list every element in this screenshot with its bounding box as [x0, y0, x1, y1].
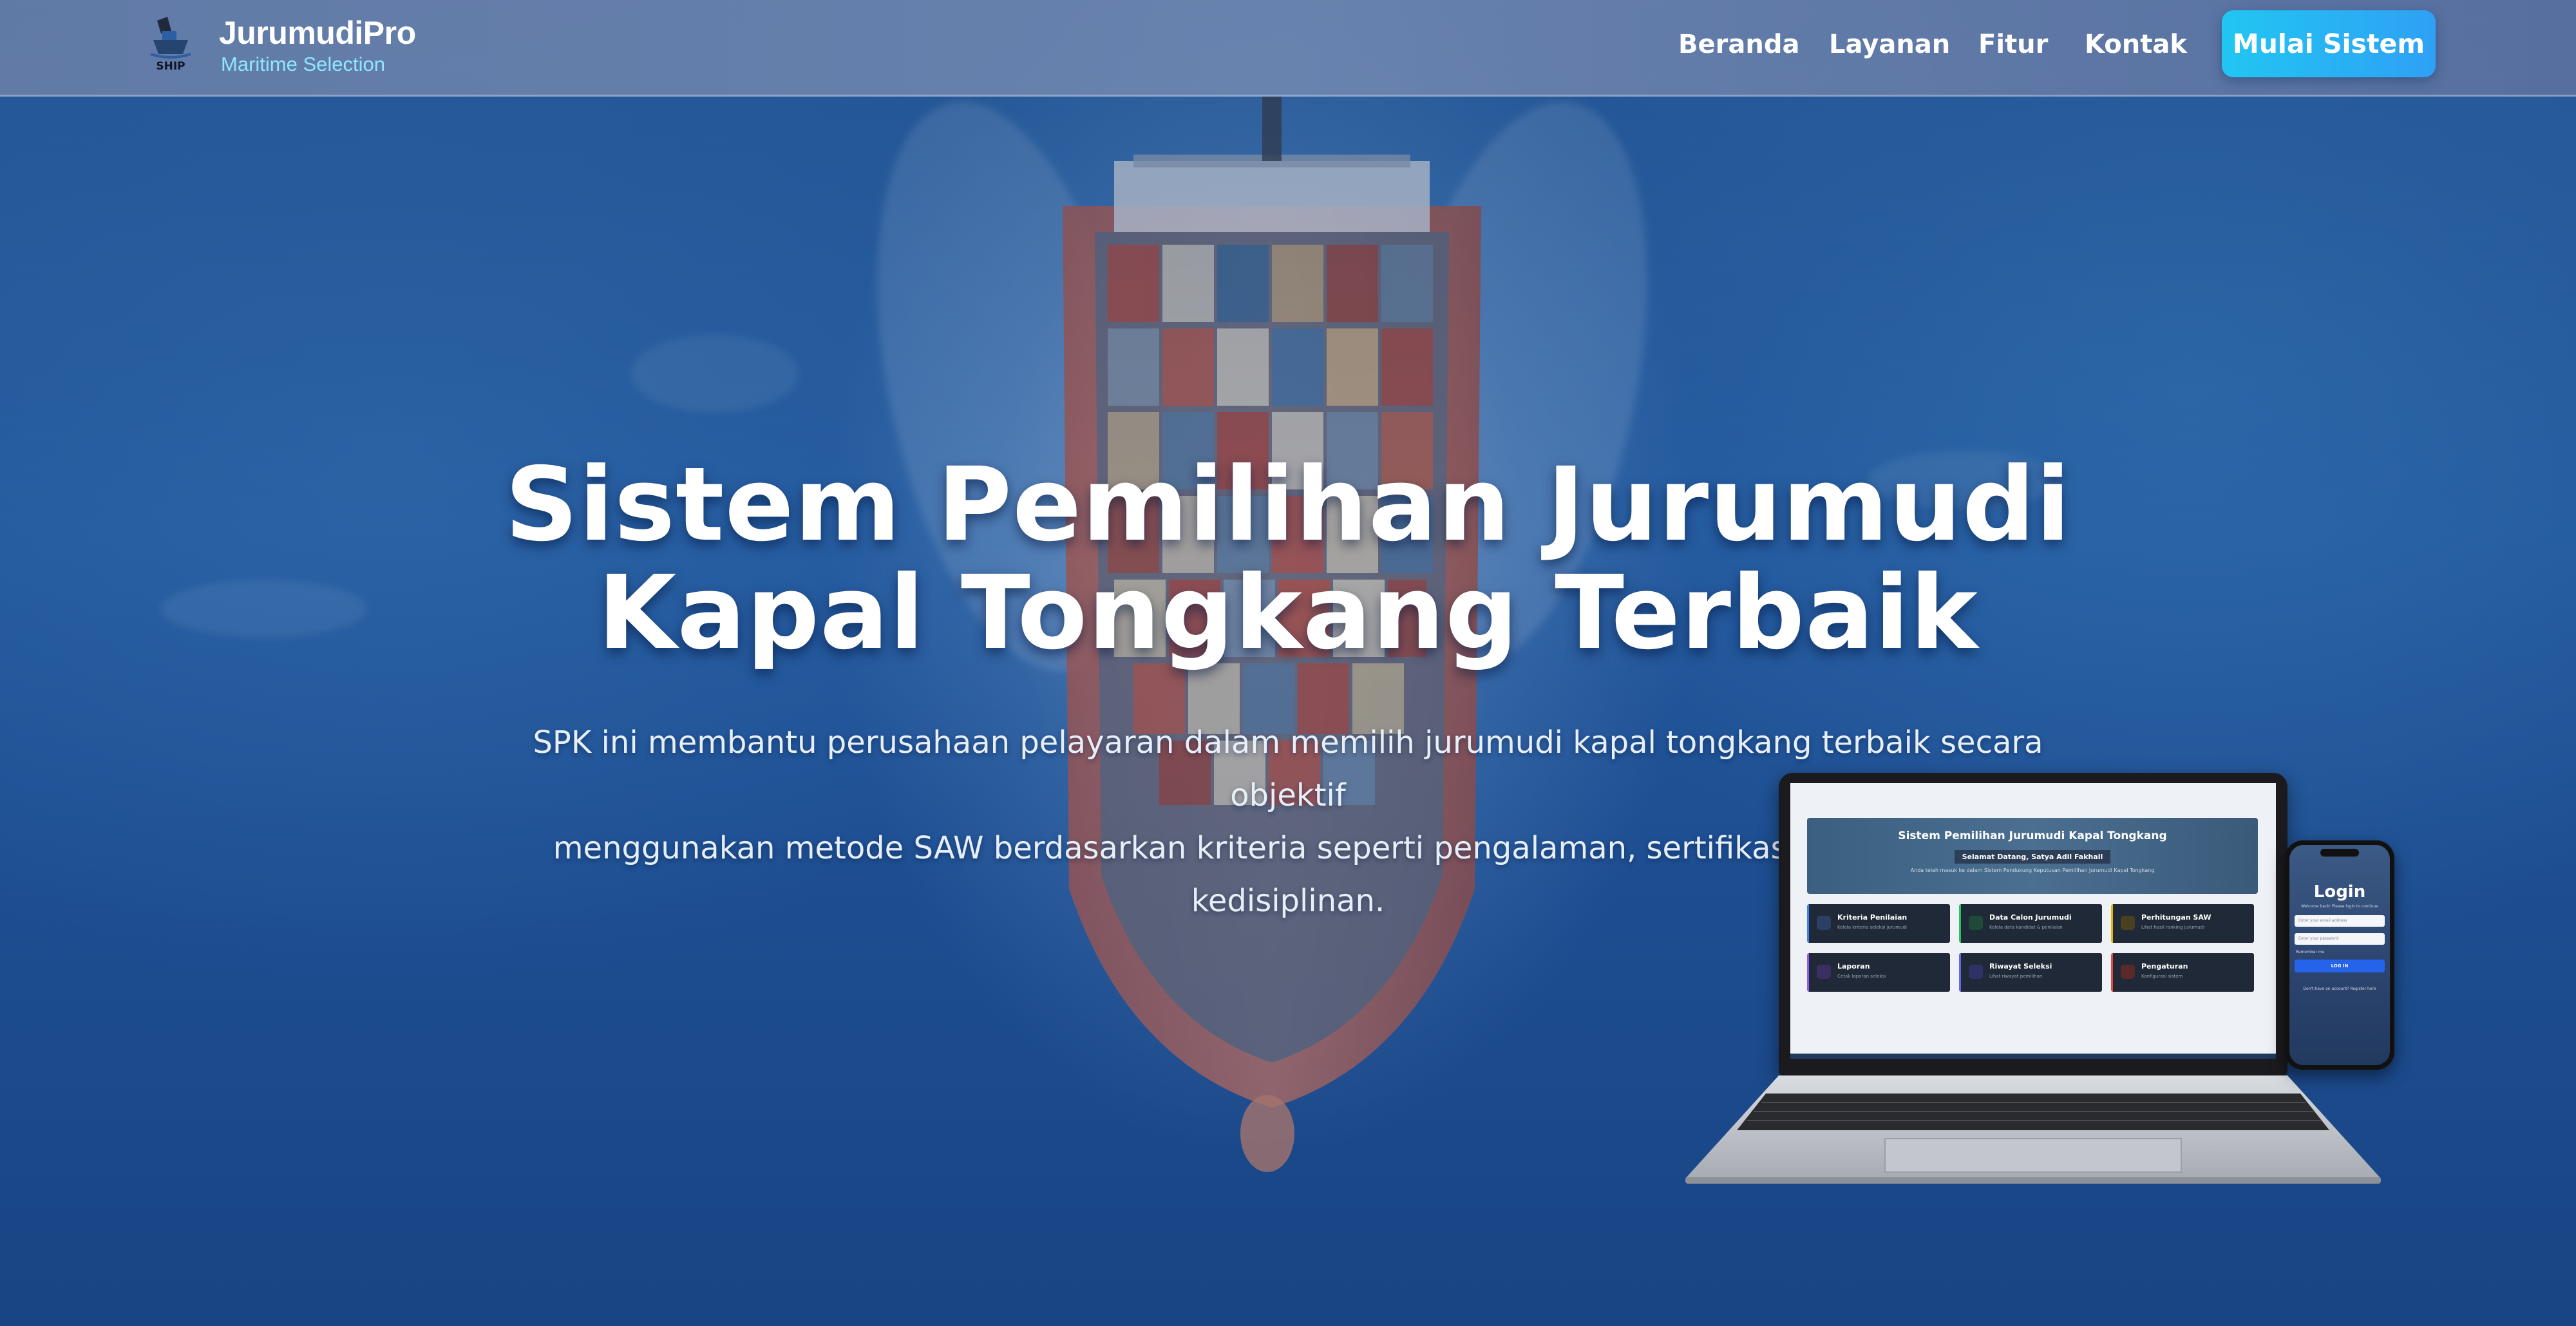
svg-text:SHIP: SHIP [156, 60, 185, 73]
dashboard-card-perhitungan: Perhitungan SAW Lihat hasil ranking juru… [2111, 904, 2254, 943]
login-button: LOG IN [2295, 960, 2385, 972]
dashboard-card-kriteria: Kriteria Penilaian Kelola kriteria selek… [1807, 904, 1950, 943]
card-subtitle: Kelola kriteria seleksi jurumudi [1837, 925, 1907, 930]
hero-title: Sistem Pemilihan Jurumudi Kapal Tongkang… [258, 451, 2318, 667]
card-title: Riwayat Seleksi [1989, 962, 2052, 971]
dashboard-description: Anda telah masuk ke dalam Sistem Penduku… [1910, 867, 2155, 873]
report-icon [1817, 965, 1831, 979]
hero-title-line-2: Kapal Tongkang Terbaik [598, 554, 1978, 672]
dashboard-welcome: Selamat Datang, Satya Adil Fakhall [1954, 850, 2111, 864]
hero-title-line-1: Sistem Pemilihan Jurumudi [504, 446, 2072, 564]
nav-link-kontak[interactable]: Kontak [2085, 30, 2187, 59]
card-title: Perhitungan SAW [2141, 913, 2211, 922]
dashboard-header: Sistem Pemilihan Jurumudi Kapal Tongkang… [1807, 818, 2258, 894]
card-title: Kriteria Penilaian [1837, 913, 1908, 922]
laptop-keyboard-base [1685, 1075, 2381, 1184]
card-subtitle: Cetak laporan seleksi [1837, 974, 1886, 979]
dashboard-card-pengaturan: Pengaturan Konfigurasi sistem [2111, 953, 2254, 992]
laptop-screen: Sistem Pemilihan Jurumudi Kapal Tongkang… [1790, 783, 2276, 1059]
nav-link-layanan[interactable]: Layanan [1829, 30, 1950, 59]
card-subtitle: Konfigurasi sistem [2141, 974, 2183, 979]
calculation-icon [2121, 916, 2135, 930]
dashboard-title: Sistem Pemilihan Jurumudi Kapal Tongkang [1898, 829, 2167, 842]
history-icon [1969, 965, 1983, 979]
phone-screen: Login Welcome back! Please login to cont… [2289, 845, 2390, 1065]
settings-icon [2121, 965, 2135, 979]
login-subtitle: Welcome back! Please login to continue [2301, 904, 2378, 909]
card-subtitle: Kelola data kandidat & penilaian [1989, 925, 2063, 930]
card-subtitle: Lihat riwayat pemilihan [1989, 974, 2043, 979]
navbar: SHIP JurumudiPro Maritime Selection Bera… [0, 0, 2576, 97]
dashboard-card-riwayat: Riwayat Seleksi Lihat riwayat pemilihan [1959, 953, 2102, 992]
dashboard-card-laporan: Laporan Cetak laporan seleksi [1807, 953, 1950, 992]
dashboard-card-data-calon: Data Calon Jurumudi Kelola data kandidat… [1959, 904, 2102, 943]
laptop-mockup: Sistem Pemilihan Jurumudi Kapal Tongkang… [1682, 773, 2391, 1191]
candidates-icon [1969, 916, 1983, 930]
login-title: Login [2313, 882, 2366, 902]
brand-tagline: Maritime Selection [221, 53, 385, 75]
card-title: Pengaturan [2141, 962, 2188, 971]
login-register-link: Don't have an account? Register here [2303, 987, 2376, 991]
card-title: Laporan [1837, 962, 1870, 971]
card-subtitle: Lihat hasil ranking jurumudi [2141, 925, 2205, 930]
laptop-lid: Sistem Pemilihan Jurumudi Kapal Tongkang… [1779, 773, 2287, 1075]
dashboard-bottom-bar [1790, 1054, 2276, 1059]
card-title: Data Calon Jurumudi [1989, 913, 2072, 922]
login-remember-me: Remember me [2296, 950, 2325, 954]
criteria-icon [1817, 916, 1831, 930]
start-system-button[interactable]: Mulai Sistem [2222, 10, 2436, 77]
login-email-field: Enter your email address [2295, 915, 2385, 927]
nav-link-fitur[interactable]: Fitur [1978, 30, 2048, 59]
brand-name[interactable]: JurumudiPro [219, 14, 416, 52]
login-password-field: Enter your password [2295, 933, 2385, 945]
phone-mockup: Login Welcome back! Please login to cont… [2285, 840, 2394, 1070]
nav-link-beranda[interactable]: Beranda [1678, 30, 1799, 59]
phone-notch [2320, 849, 2359, 857]
ship-logo-icon[interactable]: SHIP [148, 14, 193, 73]
